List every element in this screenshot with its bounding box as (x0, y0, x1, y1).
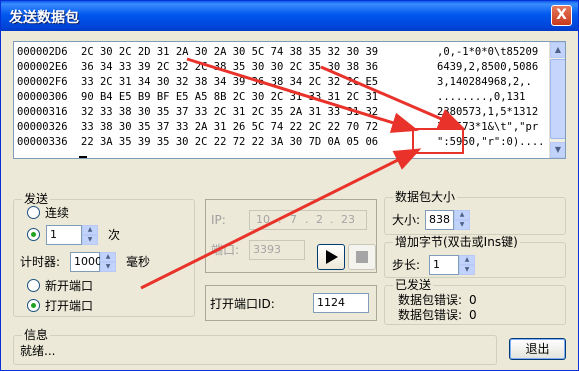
add-byte-title: 增加字节(双击或Ins键) (393, 235, 520, 249)
ip-octet-4: 23 (341, 213, 355, 226)
size-label: 大小: (392, 213, 421, 227)
packet-size-title: 数据包大小 (393, 190, 458, 204)
sent-title: 已发送 (393, 278, 434, 292)
hex-row[interactable]: 000002F6 33 2C 31 34 30 32 38 34 39 36 38… (17, 75, 532, 90)
hex-addr: 00000326 (17, 121, 68, 133)
hex-bytes: 22 3A 35 39 35 30 2C 22 72 22 3A 30 7D 0… (81, 136, 379, 148)
close-button[interactable]: X (551, 5, 572, 26)
open-port-label: 打开端口 (45, 299, 94, 313)
hex-bytes: 36 34 33 39 2C 32 2C 38 35 30 30 2C 35 3… (81, 61, 379, 73)
count-radio[interactable] (27, 228, 40, 241)
port-label: 端口: (211, 243, 240, 257)
spin-up-icon[interactable]: ▲ (454, 210, 470, 220)
hex-addr: 00000316 (17, 106, 68, 118)
ip-dot: . (305, 213, 309, 226)
hex-row[interactable]: 00000316 32 33 38 30 35 37 33 2C 31 2C 35… (17, 105, 538, 120)
errors1-value: 0 (469, 293, 477, 307)
window-title: 发送数据包 (9, 10, 79, 26)
open-port-radio[interactable] (27, 299, 40, 312)
send-packet-dialog: 发送数据包 X 00000336 22 3A 35 39 35 30 2C 22 … (0, 0, 579, 371)
timer-input[interactable]: 1000 (70, 252, 102, 272)
size-spinner[interactable]: ▲ ▼ (454, 210, 470, 230)
exit-button[interactable]: 退出 (509, 338, 566, 360)
new-port-label: 新开端口 (45, 279, 94, 293)
spin-down-icon[interactable]: ▼ (82, 235, 98, 245)
hex-addr: 000002D6 (17, 46, 68, 58)
ip-octet-1: 10 (256, 213, 270, 226)
hex-addr: 00000336 (17, 136, 68, 148)
hex-bytes: 33 38 30 35 37 33 2A 31 26 5C 74 22 2C 2… (81, 121, 379, 133)
new-port-radio[interactable] (27, 279, 40, 292)
port-input[interactable]: 3393 (249, 240, 305, 260)
size-input[interactable]: 838 (425, 210, 454, 230)
close-icon: X (556, 7, 567, 23)
ip-octet-3: 2 (316, 213, 323, 226)
hex-ascii: ........,0,131 (437, 91, 526, 103)
spin-down-icon[interactable]: ▼ (459, 265, 475, 275)
hex-addr: 000002E6 (17, 61, 68, 73)
hex-row[interactable]: 00000306 90 B4 E5 B9 BF E5 A5 8B 2C 30 2C… (17, 90, 526, 105)
errors1-label: 数据包错误: (398, 293, 463, 307)
ip-address-field[interactable]: 10 . 7 . 2 . 23 (249, 210, 367, 230)
hex-ascii: 3,140284968,2,. (437, 76, 532, 88)
ip-dot: . (330, 213, 334, 226)
hex-row[interactable]: 000002E6 36 34 33 39 2C 32 2C 38 35 30 30… (17, 60, 538, 75)
step-input[interactable]: 1 (429, 255, 459, 275)
spin-down-icon[interactable]: ▼ (100, 262, 116, 272)
hex-bytes: 33 2C 31 34 30 32 38 34 39 36 38 34 2C 3… (81, 76, 379, 88)
errors2-label: 数据包错误: (398, 308, 463, 322)
play-icon (326, 250, 338, 264)
ip-dot: . (278, 213, 282, 226)
ip-label: IP: (211, 213, 226, 227)
spin-down-icon[interactable]: ▼ (454, 220, 470, 230)
spin-up-icon[interactable]: ▲ (100, 252, 116, 262)
hex-bytes: 2C 30 2C 2D 31 2A 30 2A 30 5C 74 38 35 3… (81, 46, 379, 58)
errors2-value: 0 (469, 308, 477, 322)
hex-ascii: ,0,-1*0*0\t85209 (437, 46, 539, 58)
spin-up-icon[interactable]: ▲ (459, 255, 475, 265)
title-bar[interactable]: 发送数据包 X (1, 1, 578, 31)
count-spinner[interactable]: ▲ ▼ (82, 225, 98, 245)
timer-spinner[interactable]: ▲ ▼ (100, 252, 116, 272)
scroll-thumb[interactable] (550, 59, 565, 139)
hex-ascii: 6439,2,8500,5086 (437, 61, 539, 73)
count-input[interactable]: 1 (46, 225, 82, 245)
step-label: 步长: (392, 258, 421, 272)
vertical-scrollbar[interactable]: ▲ ▼ (549, 42, 565, 158)
hex-ascii: 2380573,1,5*1312 (437, 106, 539, 118)
step-spinner[interactable]: ▲ ▼ (459, 255, 475, 275)
start-send-button[interactable] (317, 244, 345, 270)
hex-addr: 00000306 (17, 91, 68, 103)
hex-data-view[interactable]: 00000336 22 3A 35 39 35 30 2C 22 72 22 3A… (13, 41, 566, 159)
open-port-id-input[interactable]: 1124 (313, 293, 369, 313)
continuous-radio[interactable] (27, 206, 40, 219)
hex-bytes: 32 33 38 30 35 37 33 2C 31 2C 35 2A 31 3… (81, 106, 379, 118)
send-group-title: 发送 (22, 192, 51, 206)
spin-up-icon[interactable]: ▲ (82, 225, 98, 235)
hex-row[interactable]: 000002D6 2C 30 2C 2D 31 2A 30 2A 30 5C 74… (17, 45, 538, 60)
hex-bytes: 90 B4 E5 B9 BF E5 A5 8B 2C 30 2C 31 33 3… (81, 91, 379, 103)
hex-ascii: ":5950,"r":0).... (437, 136, 545, 148)
status-text: 就绪... (20, 344, 56, 358)
ip-octet-2: 7 (290, 213, 297, 226)
hex-row[interactable]: 00000326 33 38 30 35 37 33 2A 31 26 5C 74… (17, 120, 538, 135)
scroll-down-button[interactable]: ▼ (550, 142, 565, 158)
open-port-id-label: 打开端口ID: (210, 297, 275, 311)
hex-addr: 000002F6 (17, 76, 68, 88)
info-title: 信息 (22, 328, 51, 342)
count-unit: 次 (108, 228, 121, 242)
scroll-up-button[interactable]: ▲ (550, 42, 565, 58)
stop-icon (356, 251, 368, 263)
hex-ascii: 380573*1&\t","pr (437, 121, 539, 133)
continuous-label: 连续 (45, 206, 70, 220)
edit-cursor (79, 156, 87, 158)
timer-unit: 毫秒 (126, 255, 151, 269)
info-group: 信息 就绪... (13, 328, 497, 365)
stop-send-button[interactable] (348, 244, 376, 270)
hex-row[interactable]: 00000336 22 3A 35 39 35 30 2C 22 72 22 3A… (17, 135, 544, 150)
timer-label: 计时器: (20, 255, 61, 269)
